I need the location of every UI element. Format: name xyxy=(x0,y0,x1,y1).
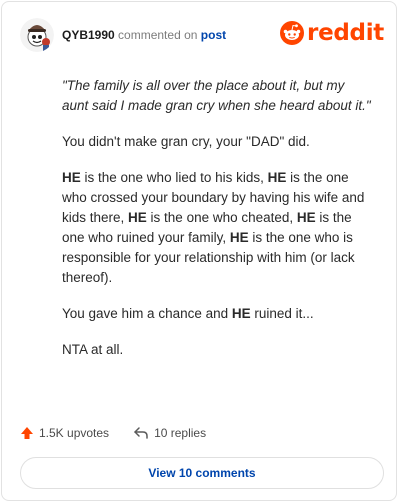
para3-emphasis: HE xyxy=(231,306,251,321)
para3-text: You gave him a chance and xyxy=(62,306,232,321)
emphasis-he: HE xyxy=(128,210,147,225)
replies-button[interactable]: 10 replies xyxy=(133,426,206,440)
post-link[interactable]: post xyxy=(201,28,226,42)
upvote-button[interactable]: 1.5K upvotes xyxy=(20,426,109,440)
comment-body: "The family is all over the place about … xyxy=(62,76,372,376)
comment-paragraph-1: You didn't make gran cry, your "DAD" did… xyxy=(62,134,310,149)
reddit-brand[interactable]: reddit xyxy=(280,20,384,46)
user-line: QYB1990 commented on post xyxy=(62,28,226,42)
brand-wordmark: reddit xyxy=(307,20,384,46)
comment-paragraph-2: HE is the one who lied to his kids, HE i… xyxy=(62,168,372,288)
comment-paragraph-3: You gave him a chance and HE ruined it..… xyxy=(62,304,372,324)
reply-count: 10 replies xyxy=(154,426,207,440)
emphasis-he: HE xyxy=(296,210,316,225)
comment-header: QYB1990 commented on post reddit xyxy=(20,18,384,52)
para3-text-end: ruined it... xyxy=(250,306,314,321)
reply-arrow-icon xyxy=(134,427,148,439)
comment-actions: 1.5K upvotes 10 replies xyxy=(20,424,230,442)
emphasis-he: HE xyxy=(229,230,249,245)
view-comments-button[interactable]: View 10 comments xyxy=(20,457,384,489)
comment-card: QYB1990 commented on post reddit "The fa… xyxy=(1,1,397,501)
reddit-logo-icon xyxy=(280,21,305,45)
commented-on-text: commented on xyxy=(118,28,198,42)
comment-quote: "The family is all over the place about … xyxy=(62,78,371,113)
comment-paragraph-4: NTA at all. xyxy=(62,342,124,357)
upvote-arrow-icon xyxy=(21,427,33,439)
username[interactable]: QYB1990 xyxy=(62,28,115,42)
emphasis-he: HE xyxy=(62,170,81,185)
para2-text: is the one who cheated, xyxy=(146,210,297,225)
avatar[interactable] xyxy=(20,18,54,52)
emphasis-he: HE xyxy=(267,170,287,185)
upvote-count: 1.5K upvotes xyxy=(39,426,110,440)
para2-text: is the one who lied to his kids, xyxy=(80,170,268,185)
